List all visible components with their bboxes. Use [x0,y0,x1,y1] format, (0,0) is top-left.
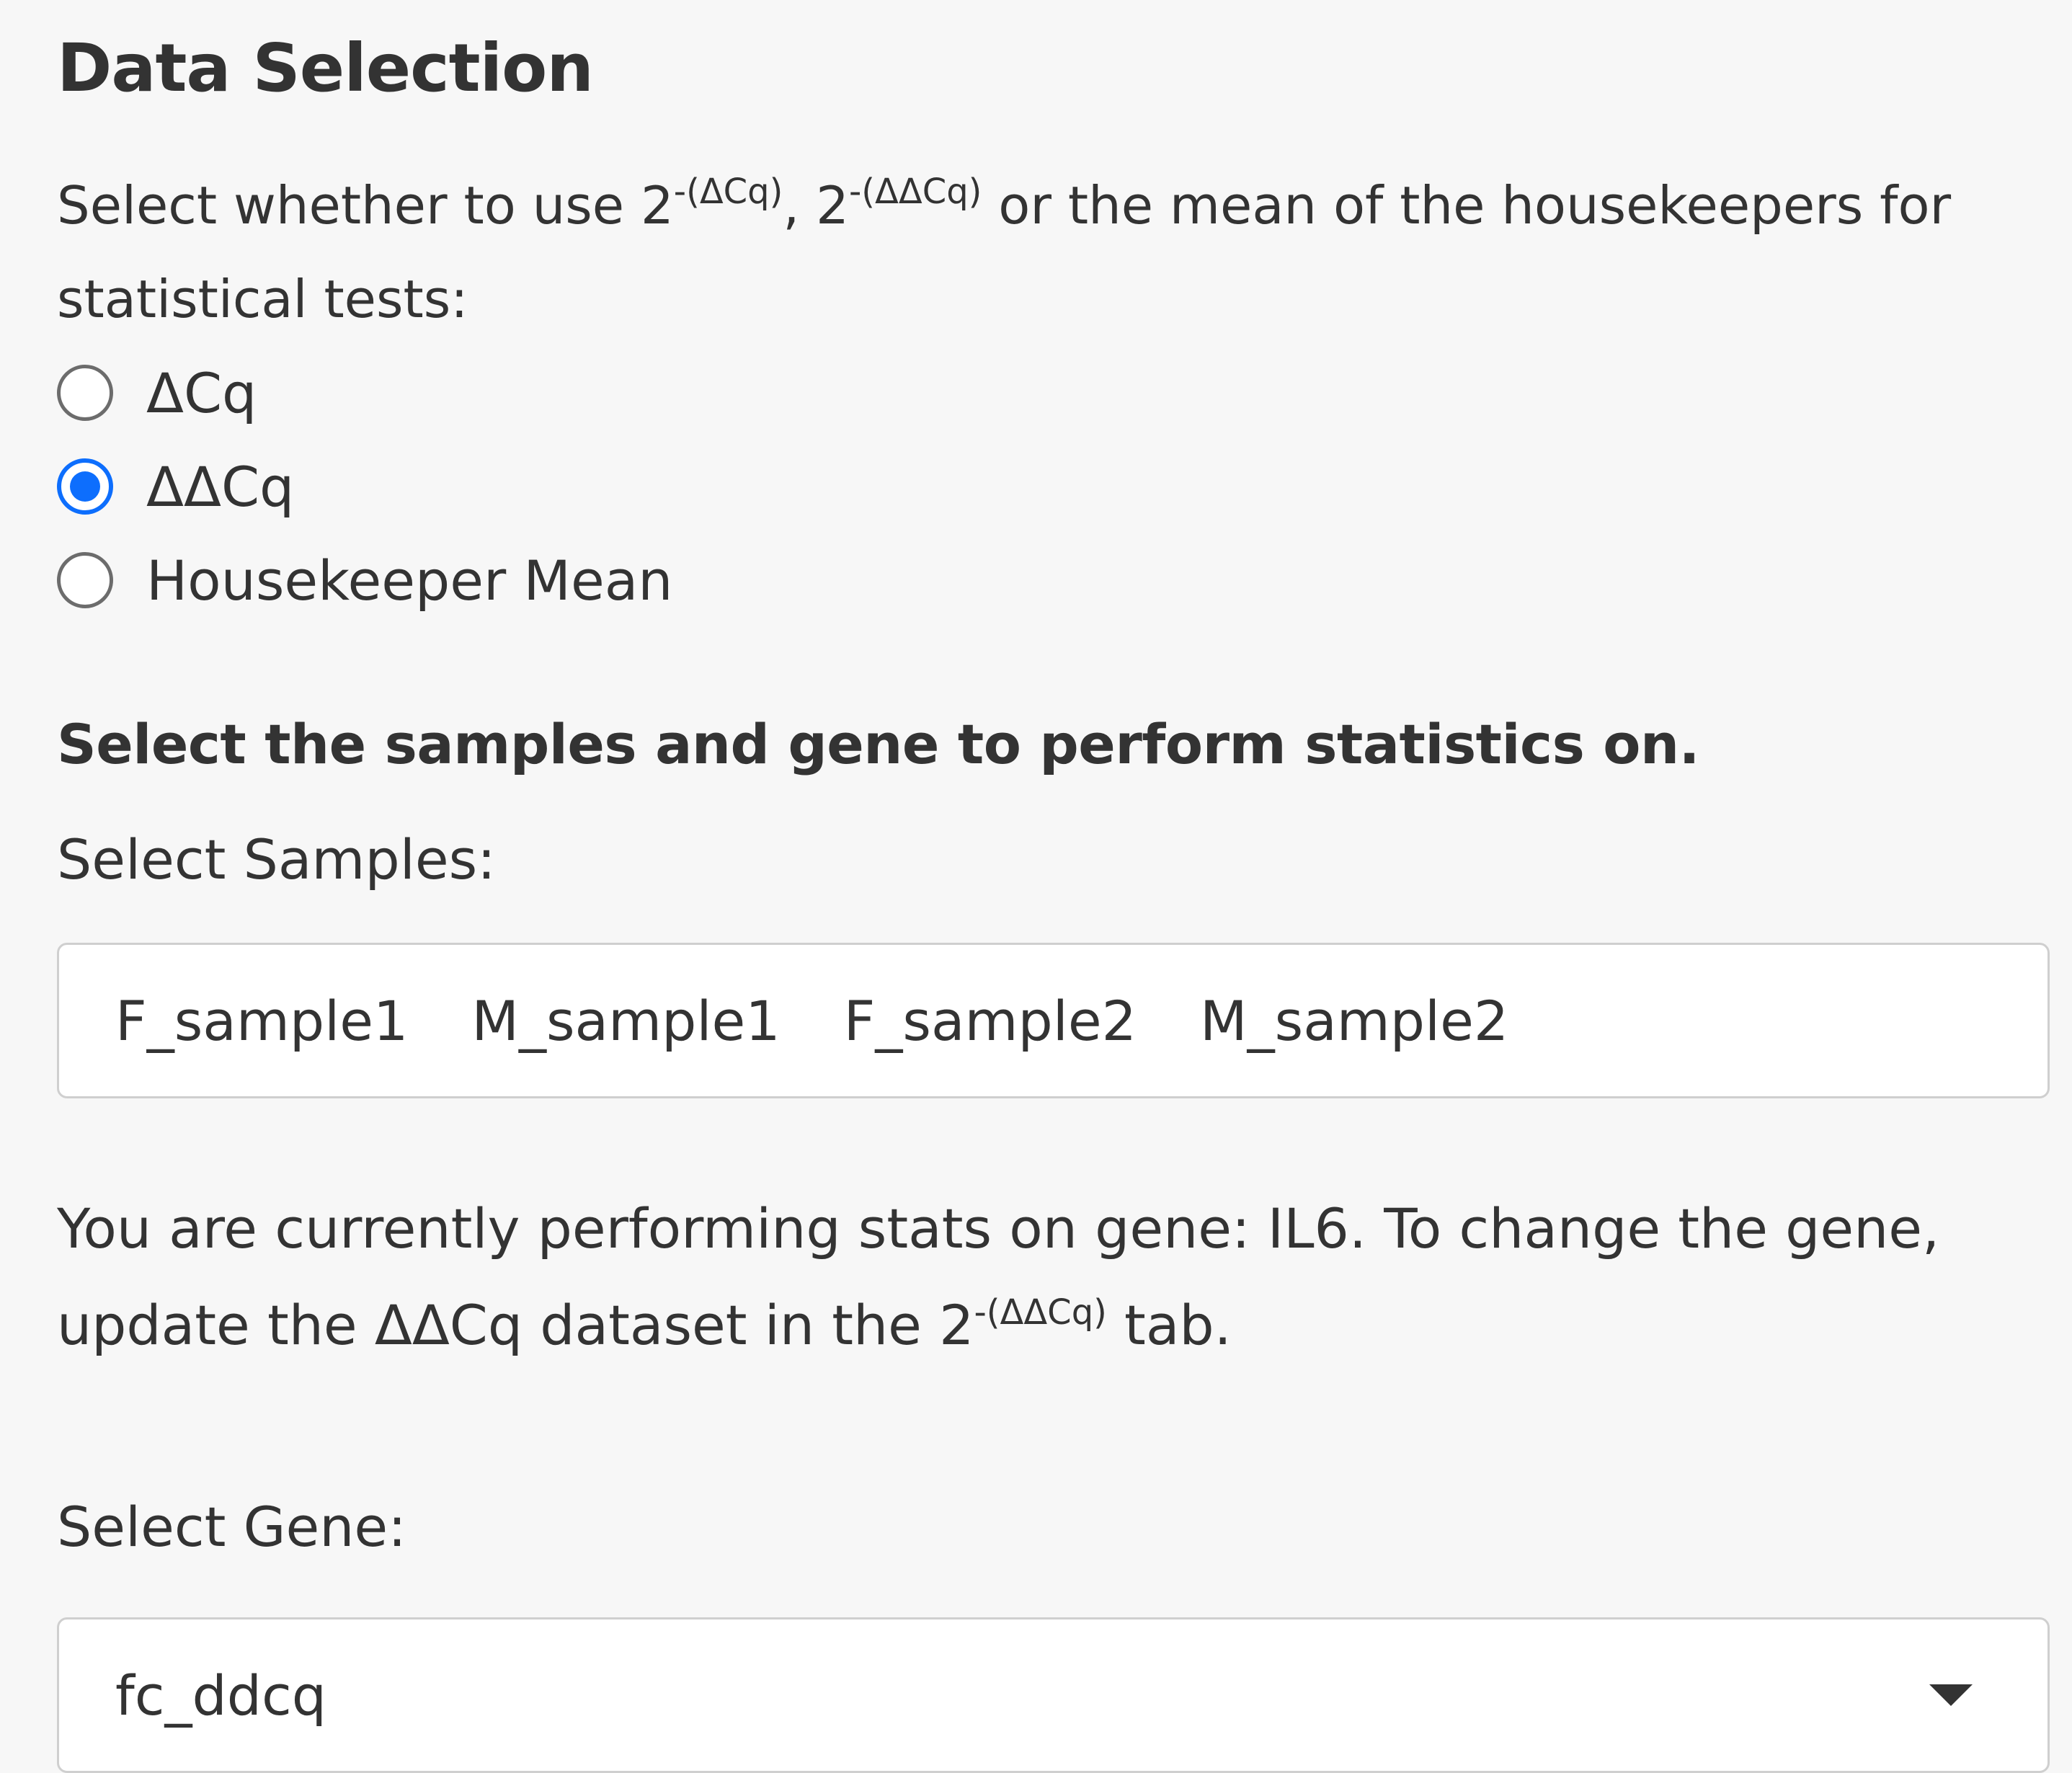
method-instructions: Select whether to use 2-(ΔCq), 2-(ΔΔCq) … [57,159,2050,346]
radio-button-ddcq[interactable] [57,458,113,515]
select-gene-value: fc_ddcq [115,1663,327,1728]
current-gene-info: You are currently performing stats on ge… [57,1181,2050,1374]
samples-gene-subheading: Select the samples and gene to perform s… [57,712,1700,776]
instructions-superscript-1: -(ΔCq) [673,172,783,212]
radio-option-dcq[interactable]: ΔCq [57,346,2050,440]
radio-label-housekeeper-mean: Housekeeper Mean [146,548,673,613]
select-samples-label: Select Samples: [57,827,496,892]
select-gene-dropdown[interactable]: fc_ddcq [57,1617,2050,1773]
gene-info-text-2: tab. [1106,1293,1232,1357]
radio-label-dcq: ΔCq [146,360,257,425]
radio-button-housekeeper-mean[interactable] [57,552,113,608]
instructions-text-2: , 2 [783,175,849,236]
sample-tag[interactable]: M_sample2 [1200,989,1508,1053]
radio-option-ddcq[interactable]: ΔΔCq [57,440,2050,533]
radio-label-ddcq: ΔΔCq [146,454,295,519]
radio-option-housekeeper-mean[interactable]: Housekeeper Mean [57,533,2050,627]
section-title: Data Selection [57,30,594,107]
instructions-superscript-2: -(ΔΔCq) [848,172,982,212]
data-selection-panel: Data Selection Select whether to use 2-(… [57,22,2050,1773]
gene-info-superscript: -(ΔΔCq) [974,1292,1107,1333]
radio-button-dcq[interactable] [57,365,113,421]
method-radio-group: ΔCq ΔΔCq Housekeeper Mean [57,346,2050,627]
sample-tag[interactable]: F_sample2 [844,989,1137,1053]
select-samples-input[interactable]: F_sample1 M_sample1 F_sample2 M_sample2 [57,943,2050,1098]
gene-info-text-1: You are currently performing stats on ge… [57,1196,1940,1357]
chevron-down-icon[interactable] [1929,1684,1973,1706]
sample-tag[interactable]: F_sample1 [115,989,408,1053]
sample-tag[interactable]: M_sample1 [471,989,780,1053]
select-gene-label: Select Gene: [57,1495,406,1559]
instructions-text-1: Select whether to use 2 [57,175,674,236]
